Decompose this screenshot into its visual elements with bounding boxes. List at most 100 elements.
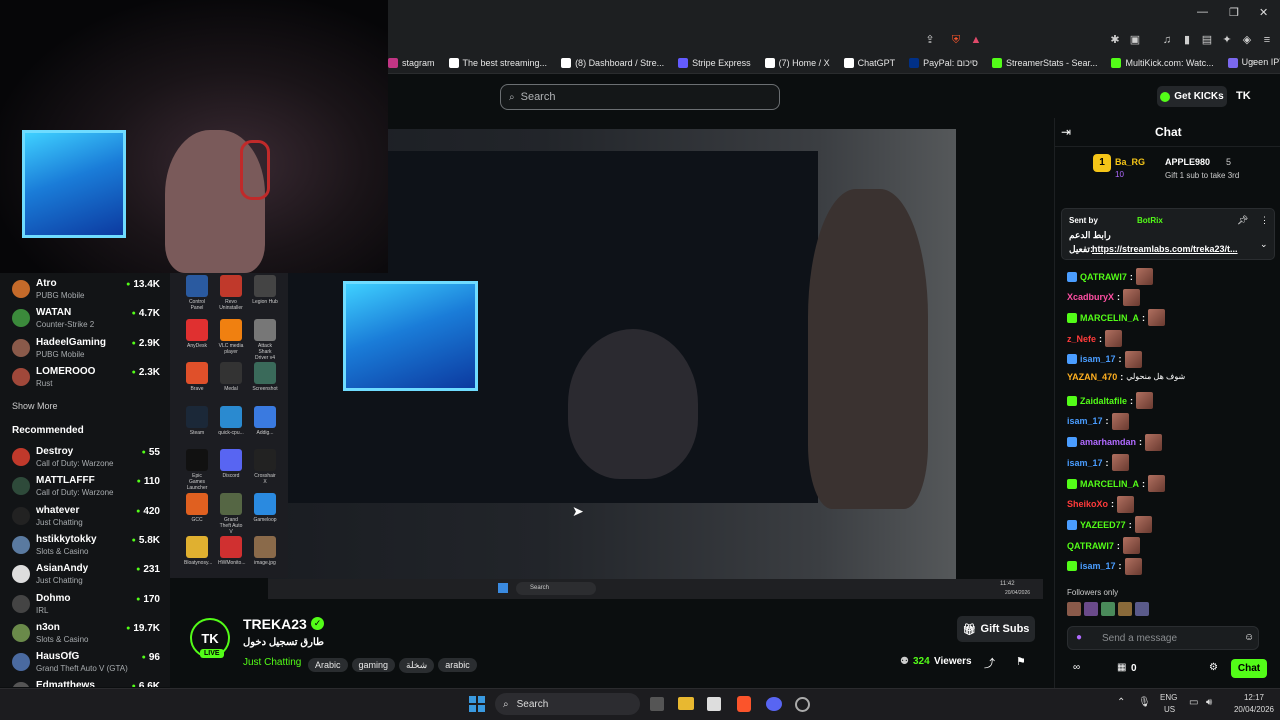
- bookmark-item[interactable]: (8) Dashboard / Stre...: [561, 57, 664, 68]
- leo-ai-icon[interactable]: ✦: [1221, 34, 1233, 46]
- brave-shield-icon[interactable]: ⛨: [950, 34, 962, 46]
- bookmark-item[interactable]: MultiKick.com: Watc...: [1111, 57, 1214, 68]
- file-explorer-icon[interactable]: [678, 697, 694, 710]
- sidebar-channel[interactable]: hstikkytokkySlots & Casino 5.8K: [12, 534, 162, 560]
- chat-username[interactable]: Zaidaltafile: [1080, 396, 1127, 406]
- bookmark-item[interactable]: The best streaming...: [448, 57, 547, 68]
- stream-tag[interactable]: شخلة: [399, 658, 435, 673]
- bookmark-item[interactable]: (7) Home / X: [764, 57, 830, 68]
- pinned-link[interactable]: https://streamlabs.com/treka23/t...: [1092, 244, 1252, 254]
- discord-icon[interactable]: [766, 697, 782, 711]
- chat-username[interactable]: isam_17: [1080, 354, 1116, 364]
- stream-category[interactable]: Just Chatting: [243, 657, 301, 668]
- stream-tag[interactable]: arabic: [438, 658, 477, 672]
- store-icon[interactable]: [707, 697, 721, 711]
- bookmark-item[interactable]: Stripe Express: [678, 57, 751, 68]
- taskbar-search[interactable]: ⌕ Search: [495, 693, 640, 715]
- bookmark-item[interactable]: PayPal: סיכום: [909, 57, 978, 68]
- bookmarks-overflow-icon[interactable]: »: [1250, 57, 1256, 68]
- more-icon[interactable]: ⋮: [1260, 215, 1269, 226]
- clock-date[interactable]: 20/04/2026: [1220, 705, 1274, 714]
- sidebar-icon[interactable]: ▮: [1181, 34, 1193, 46]
- emote-picker-icon[interactable]: ☺: [1244, 632, 1254, 643]
- get-kicks-button[interactable]: Get KICKs: [1157, 86, 1227, 107]
- chat-username[interactable]: isam_17: [1067, 458, 1103, 468]
- volume-icon[interactable]: 🔊︎: [1206, 697, 1212, 708]
- chest-icon[interactable]: ▦: [1117, 662, 1126, 673]
- sidebar-channel[interactable]: whateverJust Chatting 420: [12, 505, 162, 531]
- screenshot-icon[interactable]: ▣: [1129, 34, 1141, 46]
- chat-username[interactable]: MARCELIN_A: [1080, 479, 1139, 489]
- bookmark-item[interactable]: StreamerStats - Sear...: [991, 57, 1097, 68]
- clock-time[interactable]: 12:17: [1220, 693, 1264, 702]
- mic-icon[interactable]: ●: [1076, 632, 1082, 643]
- show-more-link[interactable]: Show More: [12, 401, 58, 411]
- vpn-icon[interactable]: ◈: [1241, 34, 1253, 46]
- channel-avatar: [12, 565, 30, 584]
- sidebar-channel[interactable]: LOMEROOORust 2.3K: [12, 366, 162, 392]
- maximize-icon[interactable]: ❐: [1229, 6, 1239, 19]
- microphone-icon[interactable]: 🎙︎: [1138, 697, 1151, 708]
- chat-username[interactable]: XcadburyX: [1067, 292, 1114, 302]
- tray-overflow-icon[interactable]: ⌃: [1117, 697, 1125, 708]
- chat-username[interactable]: z_Nefe: [1067, 334, 1096, 344]
- brave-icon[interactable]: [737, 696, 751, 712]
- chevron-down-icon[interactable]: ⌄: [1260, 239, 1268, 250]
- pinned-sender[interactable]: BotRix: [1137, 216, 1163, 225]
- chat-username[interactable]: QATRAWI7: [1080, 272, 1127, 282]
- sidebar-channel[interactable]: Atro PUBG Mobile 13.4K: [12, 278, 162, 304]
- language-code[interactable]: ENG: [1160, 693, 1177, 702]
- menu-icon[interactable]: ≡: [1261, 34, 1273, 46]
- minimize-icon[interactable]: —: [1197, 6, 1208, 18]
- bookmark-item[interactable]: ChatGPT: [843, 57, 895, 68]
- language-region[interactable]: US: [1164, 705, 1175, 714]
- stream-tag[interactable]: gaming: [351, 658, 396, 672]
- settings-icon[interactable]: ⚙: [1209, 662, 1218, 673]
- second-gifter[interactable]: APPLE980: [1165, 157, 1210, 167]
- chat-username[interactable]: YAZEED77: [1080, 520, 1126, 530]
- sidebar-channel[interactable]: DohmoIRL 170: [12, 593, 162, 619]
- gift-subs-button[interactable]: 🎁︎ Gift Subs: [957, 616, 1035, 642]
- share-icon[interactable]: ⤴: [984, 655, 995, 671]
- send-chat-button[interactable]: Chat: [1231, 659, 1267, 678]
- sidebar-channel[interactable]: HausOfGGrand Theft Auto V (GTA) 96: [12, 651, 162, 677]
- pin-icon[interactable]: 📌︎: [1237, 215, 1248, 226]
- pinned-message[interactable]: Sent by BotRix 📌︎ ⋮ رابط الدعم تفعيل: ht…: [1061, 208, 1275, 260]
- extensions-icon[interactable]: ✱: [1109, 34, 1121, 46]
- follow-icon[interactable]: ⚑: [1016, 655, 1026, 668]
- app-icon[interactable]: [795, 697, 810, 712]
- streamer-name[interactable]: TREKA23: [243, 616, 307, 632]
- sidebar-channel[interactable]: n3onSlots & Casino 19.7K: [12, 622, 162, 648]
- sidebar-channel[interactable]: Edmatthews 6.6K: [12, 680, 162, 687]
- search-input[interactable]: ⌕ Search: [500, 84, 780, 110]
- chat-username[interactable]: isam_17: [1067, 416, 1103, 426]
- channel-avatar: [12, 506, 30, 525]
- share-icon[interactable]: ⇪: [924, 34, 936, 46]
- collapse-chat-icon[interactable]: ⇥: [1061, 125, 1071, 139]
- close-icon[interactable]: ✕: [1259, 6, 1268, 19]
- wallet-icon[interactable]: ▤: [1201, 34, 1213, 46]
- kick-points-icon[interactable]: ∞: [1073, 662, 1080, 673]
- chat-username[interactable]: SheikoXo: [1067, 499, 1108, 509]
- chat-username[interactable]: MARCELIN_A: [1080, 313, 1139, 323]
- bookmark-item[interactable]: stagram: [388, 57, 435, 68]
- network-icon[interactable]: ▭: [1189, 697, 1198, 708]
- media-icon[interactable]: ♫: [1161, 34, 1173, 46]
- chat-username[interactable]: QATRAWI7: [1067, 541, 1114, 551]
- brave-rewards-icon[interactable]: ▲: [970, 34, 982, 46]
- chat-username[interactable]: amarhamdan: [1080, 437, 1136, 447]
- stream-tag[interactable]: Arabic: [308, 658, 348, 672]
- sidebar-channel[interactable]: MATTLAFFFCall of Duty: Warzone 110: [12, 475, 162, 501]
- top-gifter[interactable]: Ba_RG: [1115, 157, 1145, 167]
- gift-prompt[interactable]: Gift 1 sub to take 3rd: [1165, 171, 1239, 180]
- chat-input[interactable]: ● Send a message ☺: [1067, 626, 1259, 650]
- chat-username[interactable]: YAZAN_470: [1067, 372, 1117, 382]
- sidebar-channel[interactable]: HadeelGamingPUBG Mobile 2.9K: [12, 337, 162, 363]
- sidebar-channel[interactable]: Destroy Call of Duty: Warzone 55: [12, 446, 162, 472]
- chat-username[interactable]: isam_17: [1080, 561, 1116, 571]
- user-avatar[interactable]: TK: [1236, 90, 1251, 102]
- task-view-icon[interactable]: [650, 697, 664, 711]
- sidebar-channel[interactable]: WATANCounter-Strike 2 4.7K: [12, 307, 162, 333]
- sidebar-channel[interactable]: AsianAndyJust Chatting 231: [12, 563, 162, 589]
- start-icon[interactable]: [469, 696, 485, 712]
